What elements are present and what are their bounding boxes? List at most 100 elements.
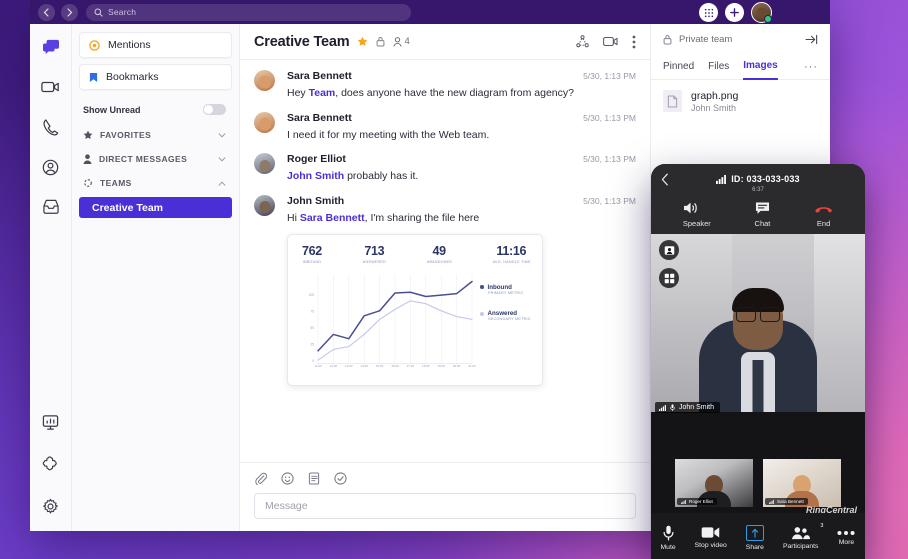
search-input[interactable]: Search — [86, 3, 411, 21]
rail-item-phone[interactable] — [38, 114, 64, 140]
grid-view-button[interactable] — [659, 268, 679, 288]
back-button[interactable] — [38, 3, 55, 21]
thumbnail-sara[interactable]: Sara Bennett — [763, 459, 841, 507]
mention-link[interactable]: Team — [309, 87, 336, 99]
more-horizontal-icon[interactable]: ··· — [804, 61, 818, 73]
mention-link[interactable]: John Smith — [287, 170, 344, 182]
avatar[interactable] — [254, 70, 275, 91]
end-call-button[interactable]: End — [814, 201, 833, 228]
rail-item-video[interactable] — [38, 74, 64, 100]
sidebar-item-bookmarks[interactable]: Bookmarks — [79, 64, 232, 90]
mute-button[interactable]: Mute — [661, 525, 676, 551]
video-camera-icon[interactable] — [603, 36, 618, 47]
speaker-button[interactable]: Speaker — [683, 201, 711, 228]
avatar[interactable] — [254, 194, 275, 216]
chevron-down-icon — [218, 132, 226, 138]
file-name: graph.png — [691, 90, 739, 102]
share-node-icon[interactable] — [576, 35, 589, 48]
sidebar-section-direct-messages-label: DIRECT MESSAGES — [99, 154, 188, 164]
conversation-header-actions — [576, 35, 636, 49]
video-camera-icon — [41, 81, 59, 93]
person-icon — [393, 36, 403, 47]
svg-text:16:00: 16:00 — [391, 364, 399, 368]
file-meta: graph.png John Smith — [691, 90, 738, 113]
svg-text:75: 75 — [310, 309, 314, 313]
ringcentral-watermark: RingCentral — [805, 505, 857, 513]
show-unread-row[interactable]: Show Unread — [79, 96, 232, 123]
svg-text:18:00: 18:00 — [422, 364, 430, 368]
message-body: Sara Bennett 5/30, 1:13 PM Hey Team, doe… — [287, 70, 636, 101]
more-button[interactable]: More — [837, 530, 855, 546]
rail-item-analytics[interactable] — [38, 409, 64, 435]
tab-pinned[interactable]: Pinned — [663, 54, 694, 80]
members-count-group[interactable]: 4 — [393, 36, 410, 47]
rail-item-contacts[interactable] — [38, 154, 64, 180]
mention-link[interactable]: Sara Bennett — [300, 212, 365, 224]
tab-files[interactable]: Files — [708, 54, 729, 80]
message-text: John Smith probably has it. — [287, 170, 636, 184]
microphone-icon — [670, 404, 675, 411]
sidebar-section-favorites[interactable]: FAVORITES — [79, 123, 232, 147]
kpi-label: INBOUND — [302, 259, 322, 264]
show-unread-toggle[interactable] — [203, 104, 226, 115]
gear-icon — [43, 498, 58, 513]
svg-text:13:00: 13:00 — [345, 364, 353, 368]
participants-label: Participants — [782, 542, 819, 550]
chart-attachment-card[interactable]: 762 INBOUND 713 ANSWERED 49 ABANDONED 11… — [287, 233, 543, 386]
svg-text:21:00: 21:00 — [468, 364, 476, 368]
legend-item: Inbound PRIMARY METRIC — [480, 284, 532, 297]
mute-label: Mute — [660, 543, 676, 551]
video-stage[interactable]: John Smith Roger Elliot Sara Bennett Rin… — [651, 234, 865, 513]
rail-item-fax[interactable] — [38, 194, 64, 220]
message-item: John Smith 5/30, 1:13 PM Hi Sara Bennett… — [254, 194, 636, 386]
add-button[interactable] — [725, 3, 744, 22]
more-vertical-icon[interactable] — [632, 35, 636, 49]
message-header: John Smith 5/30, 1:13 PM — [287, 195, 636, 207]
speaker-glasses — [736, 307, 780, 322]
kpi-label: ANSWERED — [362, 259, 386, 264]
message-timestamp: 5/30, 1:13 PM — [583, 195, 636, 206]
sidebar-item-creative-team[interactable]: Creative Team — [79, 197, 232, 218]
stop-video-button[interactable]: Stop video — [695, 526, 727, 549]
dialpad-button[interactable] — [699, 3, 718, 22]
sidebar-section-teams[interactable]: TEAMS — [79, 171, 232, 195]
star-filled-icon[interactable] — [357, 36, 368, 47]
rail-item-settings[interactable] — [38, 493, 64, 519]
expand-right-icon[interactable] — [805, 34, 818, 45]
task-check-icon[interactable] — [334, 472, 347, 485]
legend-top: Inbound — [480, 284, 532, 291]
chevron-right-icon — [67, 7, 73, 17]
avatar[interactable] — [254, 111, 275, 133]
sidebar-item-mentions[interactable]: Mentions — [79, 32, 232, 58]
message-list: Sara Bennett 5/30, 1:13 PM Hey Team, doe… — [240, 60, 650, 462]
chart-kpi-row: 762 INBOUND 713 ANSWERED 49 ABANDONED 11… — [298, 244, 532, 264]
sidebar-section-direct-messages[interactable]: DIRECT MESSAGES — [79, 147, 232, 171]
tab-images[interactable]: Images — [743, 54, 778, 80]
rail-bottom-group — [38, 409, 64, 531]
active-speaker-name: John Smith — [679, 404, 715, 411]
kpi-item: 49 ABANDONED — [426, 244, 452, 264]
message-input[interactable]: Message — [254, 493, 636, 519]
avatar[interactable] — [254, 153, 275, 175]
avatar[interactable] — [751, 2, 772, 23]
chat-button[interactable]: Chat — [755, 201, 770, 228]
dialpad-icon — [704, 8, 713, 17]
rail-item-apps[interactable] — [38, 451, 64, 477]
list-item[interactable]: graph.png John Smith — [651, 80, 830, 123]
forward-button[interactable] — [61, 3, 78, 21]
participants-button[interactable]: 3 Participants — [782, 523, 824, 550]
search-icon — [94, 7, 103, 17]
thumbnail-roger[interactable]: Roger Elliot — [675, 459, 753, 507]
participant-view-button[interactable] — [659, 240, 679, 260]
sidebar-section-favorites-label: FAVORITES — [100, 130, 152, 140]
attachment-icon[interactable] — [254, 472, 267, 485]
chevron-down-icon — [218, 156, 226, 162]
share-button[interactable]: Share — [746, 524, 764, 551]
note-icon[interactable] — [308, 472, 320, 485]
right-panel-header: Private team — [651, 24, 830, 54]
message-body: Roger Elliot 5/30, 1:13 PM John Smith pr… — [287, 153, 636, 184]
video-side-buttons — [659, 240, 679, 288]
person-circle-icon — [42, 159, 59, 175]
rail-item-messages[interactable] — [38, 34, 64, 60]
emoji-icon[interactable] — [281, 472, 294, 485]
